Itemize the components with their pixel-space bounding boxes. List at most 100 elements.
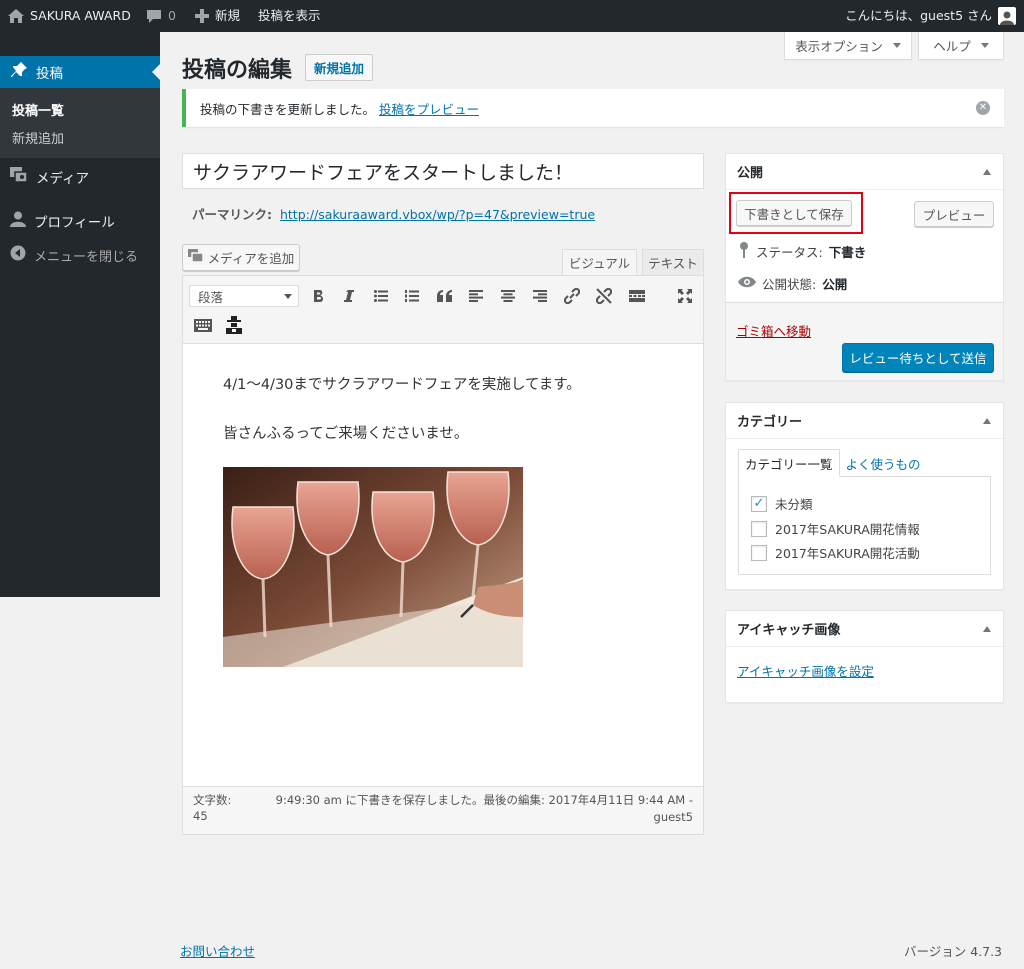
featured-image-box: アイキャッチ画像 アイキャッチ画像を設定 [725,610,1004,703]
editor-content[interactable]: 4/1～4/30までサクラアワードフェアを実施してます。 皆さんふるってご来場く… [183,345,703,785]
collapse-menu-button[interactable]: メニューを閉じる [0,238,160,272]
bold-icon[interactable] [308,285,330,307]
link-icon[interactable] [561,285,583,307]
visibility-row: 公開状態: 公開 [738,274,847,293]
category-checklist: ✓ 未分類 2017年SAKURA開花情報 2017年SAKURA開花活動 [738,476,991,575]
collapse-arrow-icon[interactable] [983,169,991,175]
status-value: 下書き [828,245,867,260]
visibility-label: 公開状態: [762,277,817,292]
wine-glasses-image[interactable] [223,467,523,667]
tab-text[interactable]: テキスト [642,249,704,275]
add-new-button[interactable]: 新規追加 [305,54,374,81]
site-name: SAKURA AWARD [30,8,131,23]
screen-options-tab[interactable]: 表示オプション [784,32,912,60]
submenu-all-posts[interactable]: 投稿一覧 [12,100,64,119]
blockquote-icon[interactable] [434,285,456,307]
editor-status-bar: 文字数: 45 9:49:30 am に下書きを保存しました。最後の編集: 20… [183,786,703,834]
permalink: パーマリンク: http://sakuraaward.vbox/wp/?p=47… [192,204,595,223]
help-tab[interactable]: ヘルプ [918,32,1004,60]
update-notice: 投稿の下書きを更新しました。 投稿をプレビュー ✕ [182,89,1004,127]
comment-icon [146,9,162,24]
add-media-label: メディアを追加 [207,251,295,266]
post-editor: 段落 4/1～4/30までサクラアワードフェアを実施してます。 皆さんふるってご… [182,275,704,835]
sidebar-item-profile[interactable]: プロフィール [0,204,160,238]
visibility-value: 公開 [822,277,848,292]
site-home-link[interactable]: SAKURA AWARD [8,0,131,32]
autosave-status: 9:49:30 am に下書きを保存しました。最後の編集: 2017年4月11日… [273,792,693,826]
new-content-link[interactable]: 新規 [195,0,240,32]
align-left-icon[interactable] [465,285,487,307]
category-item[interactable]: ✓ 未分類 [751,494,813,513]
italic-icon[interactable] [338,285,360,307]
bullet-list-icon[interactable] [370,285,392,307]
submit-for-review-button[interactable]: レビュー待ちとして送信 [842,343,994,372]
align-center-icon[interactable] [497,285,519,307]
greeting-text: こんにちは、guest5 さん [845,8,992,23]
preview-post-link[interactable]: 投稿をプレビュー [379,99,479,118]
category-checkbox[interactable] [751,520,767,537]
content-paragraph: 皆さんふるってご来場くださいませ。 [223,426,469,442]
tab-all-categories[interactable]: カテゴリー一覧 [738,449,840,477]
set-featured-image-link[interactable]: アイキャッチ画像を設定 [737,661,874,680]
admin-sidebar: 投稿 投稿一覧 新規追加 メディア プロフィール メニューを閉じる [0,32,160,597]
collapse-icon [10,245,26,265]
post-status-row: ステータス: 下書き [738,242,866,261]
fullscreen-icon[interactable] [674,285,696,307]
category-label: 2017年SAKURA開花情報 [775,522,920,537]
format-select[interactable]: 段落 [189,285,299,307]
featured-image-box-title[interactable]: アイキャッチ画像 [726,611,1003,647]
submenu-add-new[interactable]: 新規追加 [12,128,64,147]
view-post-link[interactable]: 投稿を表示 [258,0,321,32]
numbered-list-icon[interactable] [401,285,423,307]
contact-link[interactable]: お問い合わせ [180,941,255,960]
plus-icon [195,9,209,23]
permalink-url[interactable]: http://sakuraaward.vbox/wp/?p=47&preview… [280,207,595,222]
move-to-trash-link[interactable]: ゴミ箱へ移動 [736,321,811,340]
sidebar-item-media[interactable]: メディア [0,160,160,194]
help-label: ヘルプ [933,39,971,54]
category-label: 未分類 [775,497,813,512]
word-count: 45 [193,809,208,823]
home-icon [8,9,24,23]
save-draft-button[interactable]: 下書きとして保存 [736,200,852,226]
major-publishing-actions: ゴミ箱へ移動 レビュー待ちとして送信 [726,302,1003,380]
chevron-down-icon [284,294,292,299]
sidebar-item-label: プロフィール [34,215,115,231]
comments-link[interactable]: 0 [146,0,176,32]
page-title: 投稿の編集 [182,58,293,83]
category-label: 2017年SAKURA開花活動 [775,546,920,561]
read-more-icon[interactable] [626,285,648,307]
publish-box-title[interactable]: 公開 [726,154,1003,190]
collapse-arrow-icon[interactable] [983,626,991,632]
post-title-input[interactable]: サクラアワードフェアをスタートしました！ [182,153,704,189]
pin-icon [738,242,750,261]
admin-bar: SAKURA AWARD 0 新規 投稿を表示 こんにちは、guest5 さん [0,0,1024,32]
unlink-icon[interactable] [593,285,615,307]
preview-button[interactable]: プレビュー [914,201,994,227]
custom-plugin-icon[interactable] [223,314,245,336]
sidebar-item-label: メニューを閉じる [34,249,139,265]
categories-box: カテゴリー カテゴリー一覧 よく使うもの ✓ 未分類 2017年SAKURA開花… [725,402,1004,590]
chevron-down-icon [980,43,989,48]
category-checkbox[interactable] [751,544,767,561]
sidebar-item-posts[interactable]: 投稿 [0,56,160,88]
notice-text: 投稿の下書きを更新しました。 [200,101,376,117]
keyboard-icon[interactable] [192,314,214,336]
category-item[interactable]: 2017年SAKURA開花情報 [751,519,920,538]
category-tabs: カテゴリー一覧 よく使うもの [738,449,927,477]
category-checkbox-checked[interactable]: ✓ [751,495,767,512]
tab-most-used[interactable]: よく使うもの [840,449,927,477]
content-paragraph: 4/1～4/30までサクラアワードフェアを実施してます。 [223,377,581,393]
collapse-arrow-icon[interactable] [983,418,991,424]
category-item[interactable]: 2017年SAKURA開花活動 [751,543,920,562]
my-account-link[interactable]: こんにちは、guest5 さん [845,0,1016,32]
add-media-button[interactable]: メディアを追加 [182,244,300,271]
align-right-icon[interactable] [529,285,551,307]
publish-box: 公開 下書きとして保存 プレビュー ステータス: 下書き 公開状態: 公開 ゴミ… [725,153,1004,381]
eye-icon [738,276,756,291]
dismiss-icon[interactable]: ✕ [976,101,990,115]
tab-visual[interactable]: ビジュアル [562,249,637,275]
permalink-label: パーマリンク: [192,207,272,222]
categories-box-title[interactable]: カテゴリー [726,403,1003,439]
pin-icon [10,61,28,83]
